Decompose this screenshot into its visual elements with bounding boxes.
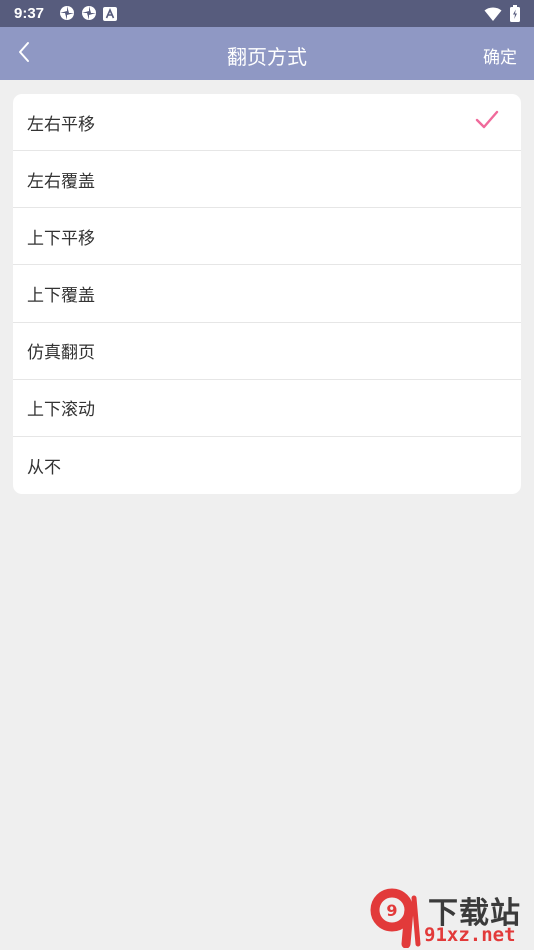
option-label: 左右平移 <box>27 114 95 135</box>
option-up-down-scroll[interactable]: 上下滚动 <box>13 380 521 437</box>
pinwheel-icon <box>59 5 75 25</box>
checkmark-icon <box>475 110 499 135</box>
option-label: 仿真翻页 <box>27 343 95 364</box>
page-turn-options-list: 左右平移 左右覆盖 上下平移 上下覆盖 仿真翻页 上下滚动 从不 <box>13 94 521 494</box>
option-label: 上下覆盖 <box>27 285 95 306</box>
page-title: 翻页方式 <box>227 45 307 69</box>
pinwheel-icon <box>81 5 97 25</box>
status-icons-right <box>484 5 520 26</box>
wifi-icon <box>484 6 502 26</box>
option-up-down-slide[interactable]: 上下平移 <box>13 208 521 266</box>
option-label: 从不 <box>27 457 61 478</box>
battery-icon <box>510 5 520 26</box>
option-left-right-slide[interactable]: 左右平移 <box>13 94 521 152</box>
watermark-logo-icon: 9 <box>368 888 428 950</box>
option-label: 上下滚动 <box>27 400 95 421</box>
option-up-down-cover[interactable]: 上下覆盖 <box>13 265 521 323</box>
app-bar: 翻页方式 确定 <box>0 27 534 80</box>
option-label: 左右覆盖 <box>27 171 95 192</box>
option-simulated-page-turn[interactable]: 仿真翻页 <box>13 323 521 380</box>
font-a-icon <box>103 6 117 25</box>
watermark: 9 下载站 91xz.net <box>362 886 534 950</box>
status-icons-left <box>59 5 117 25</box>
option-label: 上下平移 <box>27 228 95 249</box>
status-time: 9:37 <box>14 5 45 22</box>
option-never[interactable]: 从不 <box>13 437 521 494</box>
watermark-domain: 91xz.net <box>424 924 516 946</box>
confirm-button[interactable]: 确定 <box>483 43 517 68</box>
option-left-right-cover[interactable]: 左右覆盖 <box>13 151 521 209</box>
watermark-logo-text: 9 <box>386 901 397 920</box>
status-bar: 9:37 <box>0 0 534 27</box>
